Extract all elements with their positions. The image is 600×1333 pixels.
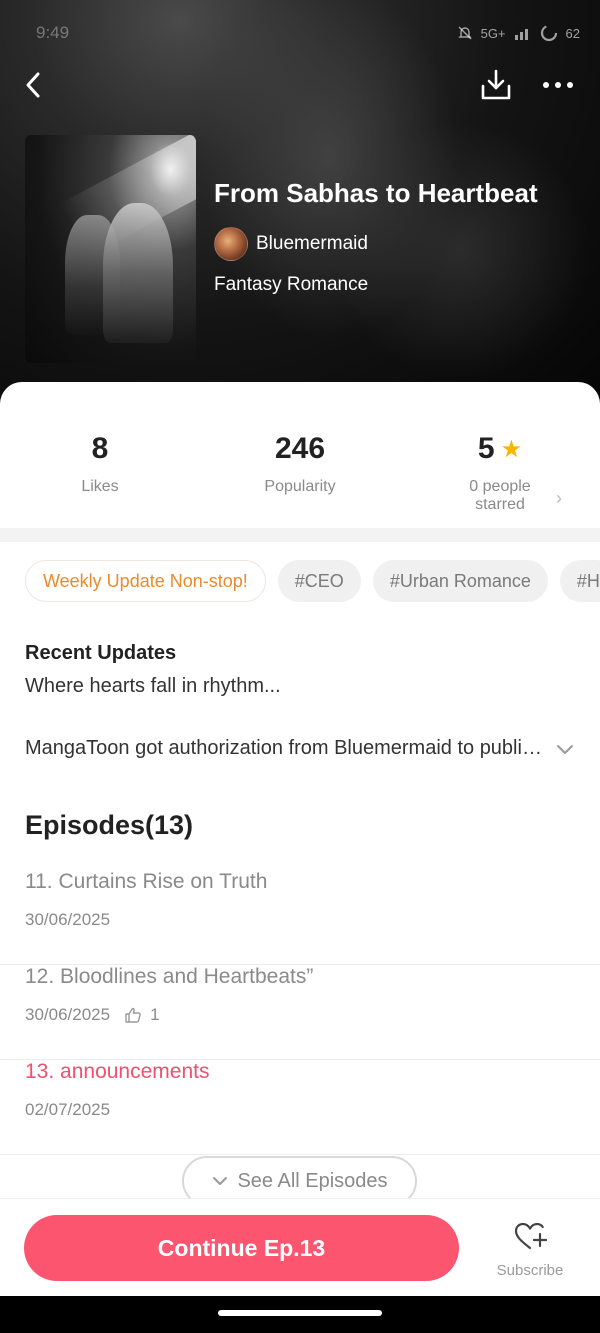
- episode-meta: 30/06/2025: [25, 910, 110, 930]
- download-icon: [481, 69, 511, 100]
- rating-value: 5: [477, 432, 495, 465]
- rating-label: 0 people starred: [469, 478, 531, 513]
- description-text: MangaToon got authorization from Bluemer…: [25, 737, 550, 759]
- status-bar: 9:49 5G+ 62: [36, 18, 580, 48]
- author-row[interactable]: Bluemermaid: [214, 227, 368, 261]
- battery-icon: [540, 24, 557, 42]
- episodes-heading: Episodes(13): [25, 810, 194, 840]
- recent-updates-text: Where hearts fall in rhythm...: [25, 675, 281, 697]
- likes-stat: 8 Likes: [0, 432, 200, 496]
- more-dots-icon: [543, 82, 573, 88]
- author-name: Bluemermaid: [256, 233, 368, 254]
- rating-value-group: 5 ★: [478, 432, 522, 466]
- tag-partial[interactable]: #H: [559, 560, 600, 602]
- section-divider: [0, 528, 600, 542]
- popularity-stat: 246 Popularity: [200, 432, 400, 496]
- top-nav: [0, 62, 600, 108]
- popularity-value: 246: [274, 432, 326, 465]
- hero-header: 9:49 5G+ 62 From Sabhas to Heartbeat Blu…: [0, 0, 600, 410]
- tag-urban-romance[interactable]: #Urban Romance: [372, 560, 548, 602]
- mute-icon: [457, 26, 472, 40]
- episode-date: 30/06/2025: [25, 1005, 111, 1024]
- continue-reading-button[interactable]: Continue Ep.13: [24, 1215, 459, 1281]
- thumbs-up-icon: [125, 1007, 141, 1023]
- more-options-button[interactable]: [538, 68, 578, 102]
- heart-plus-icon: [514, 1222, 548, 1250]
- episode-likes: 1: [124, 1005, 160, 1025]
- chevron-right-icon: ›: [556, 488, 562, 508]
- battery-level: 62: [565, 25, 580, 41]
- episode-meta: 30/06/2025 1: [25, 1005, 160, 1025]
- chevron-down-icon: [213, 1177, 228, 1185]
- episode-row[interactable]: 11. Curtains Rise on Truth 30/06/2025: [0, 870, 600, 965]
- rating-stat[interactable]: 5 ★ 0 people starred: [400, 432, 600, 514]
- episode-row-current[interactable]: 13. announcements 02/07/2025: [0, 1060, 600, 1155]
- likes-label: Likes: [81, 478, 119, 495]
- episode-title: 12. Bloodlines and Heartbeats”: [25, 965, 314, 988]
- likes-value: 8: [91, 432, 109, 465]
- episode-like-count: 1: [150, 1005, 160, 1024]
- episode-row[interactable]: 12. Bloodlines and Heartbeats” 30/06/202…: [0, 965, 600, 1060]
- see-all-label: See All Episodes: [237, 1169, 388, 1192]
- subscribe-button[interactable]: Subscribe: [480, 1221, 580, 1279]
- home-indicator[interactable]: [218, 1310, 382, 1316]
- download-button[interactable]: [478, 68, 514, 102]
- cover-image: [25, 135, 196, 363]
- system-navigation-bar: [0, 1296, 600, 1333]
- star-icon: ★: [500, 435, 523, 463]
- description-row[interactable]: MangaToon got authorization from Bluemer…: [25, 737, 575, 760]
- status-icons: 5G+ 62: [457, 24, 580, 42]
- signal-icon: [514, 29, 528, 40]
- comic-genre: Fantasy Romance: [214, 274, 369, 295]
- comic-title: From Sabhas to Heartbeat: [214, 178, 538, 208]
- recent-updates-heading: Recent Updates: [25, 642, 177, 664]
- bottom-action-bar: Continue Ep.13 Subscribe: [0, 1198, 600, 1296]
- subscribe-label: Subscribe: [496, 1262, 564, 1279]
- episode-date: 02/07/2025: [25, 1100, 111, 1119]
- back-button[interactable]: [20, 68, 50, 102]
- tag-list: Weekly Update Non-stop! #CEO #Urban Roma…: [25, 560, 600, 602]
- hero-background-shade: [330, 120, 590, 380]
- episode-date: 30/06/2025: [25, 910, 111, 929]
- chevron-left-icon: [26, 72, 40, 98]
- popularity-label: Popularity: [264, 478, 336, 495]
- stats-row: 8 Likes 246 Popularity 5 ★ 0 people star…: [0, 432, 600, 522]
- episode-title: 13. announcements: [25, 1060, 210, 1083]
- episode-meta: 02/07/2025: [25, 1100, 110, 1120]
- tag-ceo[interactable]: #CEO: [277, 560, 361, 602]
- episode-title: 11. Curtains Rise on Truth: [25, 870, 268, 893]
- detail-sheet: 8 Likes 246 Popularity 5 ★ 0 people star…: [0, 382, 600, 1333]
- status-time: 9:49: [36, 23, 70, 42]
- author-avatar: [214, 227, 248, 261]
- network-type: 5G+: [480, 25, 506, 41]
- tag-update-schedule[interactable]: Weekly Update Non-stop!: [25, 560, 266, 602]
- chevron-down-icon: [557, 744, 573, 754]
